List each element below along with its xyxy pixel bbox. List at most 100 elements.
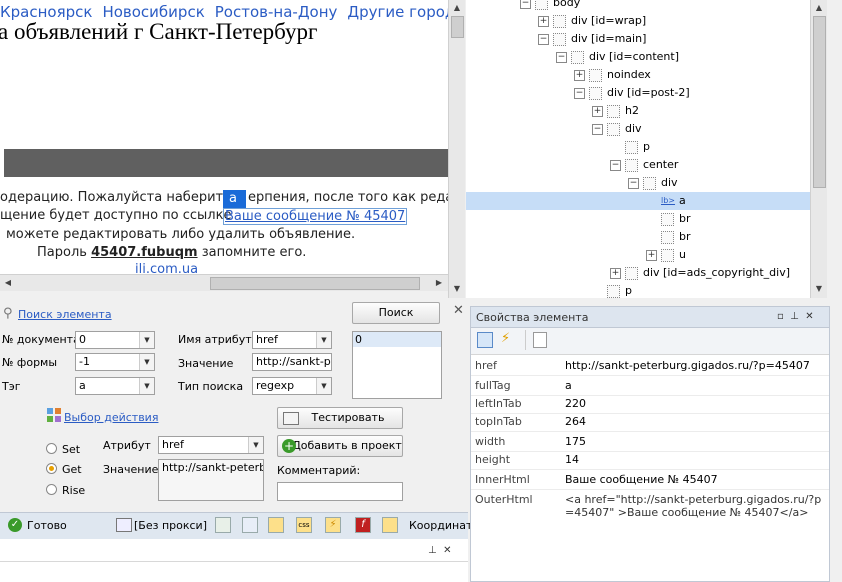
chevron-down-icon[interactable]: ▼ — [139, 332, 154, 348]
tree-node[interactable]: p — [466, 138, 806, 156]
add-to-project-button[interactable]: + Добавить в проект — [277, 435, 403, 457]
scroll-thumb[interactable] — [210, 277, 420, 290]
search-button[interactable]: Поиск — [352, 302, 440, 324]
collapse-icon[interactable]: − — [520, 0, 531, 9]
scroll-up-icon[interactable]: ▲ — [812, 1, 826, 15]
radio-set[interactable] — [46, 443, 57, 454]
chevron-down-icon[interactable]: ▼ — [316, 332, 331, 348]
tree-node[interactable]: + u — [466, 246, 806, 264]
collapse-icon[interactable]: − — [592, 123, 603, 135]
chevron-down-icon[interactable]: ▼ — [248, 437, 263, 453]
value2-field[interactable]: http://sankt-peterbu — [158, 459, 264, 501]
search-panel-title[interactable]: Поиск элемента — [18, 308, 112, 321]
css-icon[interactable]: css — [296, 517, 312, 533]
form-number-select[interactable]: -1 ▼ — [75, 353, 155, 371]
element-node-icon — [535, 0, 548, 10]
collapse-icon[interactable]: − — [574, 87, 585, 99]
lightning-icon[interactable]: ⚡ — [325, 517, 341, 533]
tree-node[interactable]: − div [id=post-2] — [466, 84, 806, 102]
search-icon: ⚲ — [3, 306, 13, 321]
password-hint: запомните его. — [201, 245, 307, 260]
close-icon[interactable]: ✕ — [443, 545, 451, 556]
results-list[interactable]: 0 — [352, 331, 442, 399]
password-value: 45407.fubuqm — [91, 245, 198, 260]
scroll-down-icon[interactable]: ▼ — [812, 282, 826, 296]
status-proxy[interactable]: [Без прокси] — [134, 519, 207, 532]
search-type-select[interactable]: regexp ▼ — [252, 377, 332, 395]
minimize-icon[interactable]: ▫ — [777, 311, 784, 322]
scroll-right-icon[interactable]: ▶ — [432, 276, 446, 290]
tree-node[interactable]: lb> a — [466, 192, 810, 210]
attr-name-select[interactable]: href ▼ — [252, 331, 332, 349]
tree-node[interactable]: + div [id=wrap] — [466, 12, 806, 30]
chevron-down-icon[interactable]: ▼ — [316, 378, 331, 394]
collapse-icon[interactable]: − — [610, 159, 621, 171]
tree-node-label: div — [625, 122, 642, 135]
collapse-icon[interactable]: − — [538, 33, 549, 45]
lightning-icon[interactable]: ⚡ — [501, 331, 510, 346]
scroll-down-icon[interactable]: ▼ — [450, 282, 464, 296]
tree-node[interactable]: − center — [466, 156, 806, 174]
screen-icon[interactable] — [382, 517, 398, 533]
pin-icon[interactable]: ⊥ — [428, 545, 437, 556]
property-key: leftInTab — [475, 397, 522, 410]
image-icon[interactable] — [215, 517, 231, 533]
tree-node[interactable]: br — [466, 210, 806, 228]
action-section-title[interactable]: Выбор действия — [64, 411, 158, 424]
close-icon[interactable]: ✕ — [805, 311, 813, 322]
value-input[interactable]: http://sankt-pe — [252, 353, 332, 371]
scroll-left-icon[interactable]: ◀ — [1, 276, 15, 290]
test-button[interactable]: Тестировать — [277, 407, 403, 429]
radio-get[interactable] — [46, 463, 57, 474]
page-preview[interactable]: Красноярск Новосибирск Ростов-на-Дону Други… — [0, 0, 448, 274]
tree-node[interactable]: − div [id=main] — [466, 30, 806, 48]
radio-rise[interactable] — [46, 484, 57, 495]
tree-node[interactable]: + div [id=ads_copyright_div] — [466, 264, 806, 282]
scroll-up-icon[interactable]: ▲ — [450, 1, 464, 15]
scroll-thumb[interactable] — [813, 16, 826, 188]
preview-vertical-scrollbar[interactable]: ▲ ▼ — [448, 0, 465, 298]
tree-node[interactable]: − div — [466, 174, 806, 192]
tree-node[interactable]: − div [id=content] — [466, 48, 806, 66]
property-key: InnerHtml — [475, 473, 530, 486]
flash-icon[interactable]: f — [355, 517, 371, 533]
preview-horizontal-scrollbar[interactable]: ◀ ▶ — [0, 274, 448, 291]
properties-controls: ▫ ⊥ ✕ — [777, 311, 814, 322]
chevron-down-icon[interactable]: ▼ — [139, 378, 154, 394]
element-node-icon — [661, 212, 674, 226]
tree-node[interactable]: p — [466, 282, 806, 298]
expand-icon[interactable]: + — [646, 249, 657, 261]
tree-node-label: div [id=ads_copyright_div] — [643, 266, 791, 279]
tree-node[interactable]: − div — [466, 120, 806, 138]
tree-node[interactable]: br — [466, 228, 806, 246]
collapse-icon[interactable]: − — [628, 177, 639, 189]
attribute-select[interactable]: href ▼ — [158, 436, 264, 454]
chevron-down-icon[interactable]: ▼ — [139, 354, 154, 370]
frame-icon[interactable] — [268, 517, 284, 533]
tree-node[interactable]: − body — [466, 0, 806, 12]
expand-icon[interactable]: + — [538, 15, 549, 27]
city-link[interactable]: Другие города — [347, 3, 448, 21]
window-icon[interactable] — [242, 517, 258, 533]
expand-icon[interactable]: + — [574, 69, 585, 81]
pin-icon[interactable]: ⊥ — [790, 311, 799, 322]
expand-icon[interactable]: + — [592, 105, 603, 117]
categorized-icon[interactable] — [477, 332, 493, 348]
tree-node[interactable]: + h2 — [466, 102, 806, 120]
tree-vertical-scrollbar[interactable]: ▲ ▼ — [810, 0, 827, 298]
tree-node[interactable]: + noindex — [466, 66, 806, 84]
message-link[interactable]: Ваше сообщение № 45407 — [223, 208, 408, 225]
comment-input[interactable] — [277, 482, 403, 501]
highlighted-element[interactable]: а — [223, 190, 246, 208]
doc-number-select[interactable]: 0 ▼ — [75, 331, 155, 349]
property-pages-icon[interactable] — [533, 332, 547, 348]
results-item[interactable]: 0 — [353, 332, 441, 347]
close-icon[interactable]: ✕ — [453, 303, 464, 318]
preview-text-line: щение будет доступно по ссылке — [0, 208, 232, 223]
tag-select[interactable]: a ▼ — [75, 377, 155, 395]
dom-tree[interactable]: − body + div [id=wrap] − div [id=main] − div [i… — [466, 0, 826, 298]
expand-icon[interactable]: + — [610, 267, 621, 279]
scroll-thumb[interactable] — [451, 16, 464, 38]
tree-node-label: noindex — [607, 68, 651, 81]
collapse-icon[interactable]: − — [556, 51, 567, 63]
